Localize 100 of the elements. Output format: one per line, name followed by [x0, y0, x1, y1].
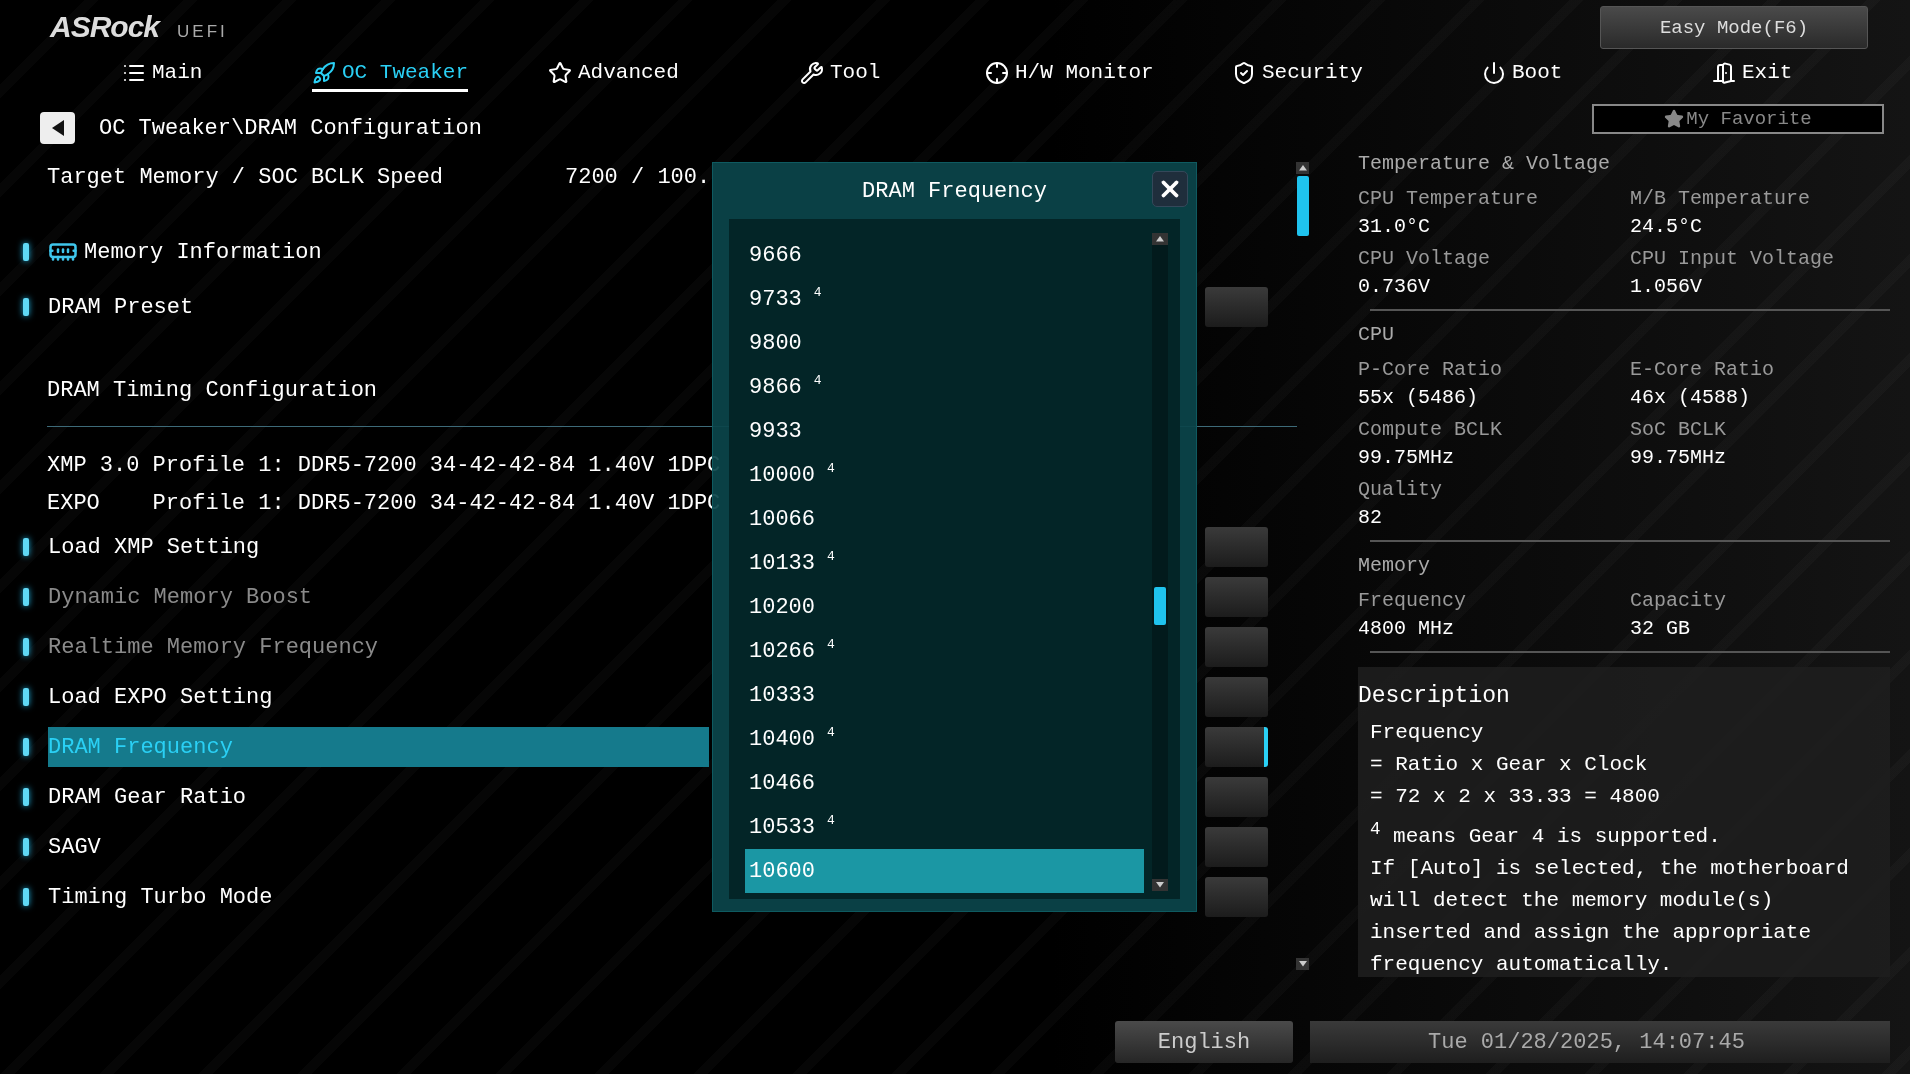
option-item[interactable]: 10000 4	[745, 453, 1144, 497]
option-value: 10066	[749, 506, 815, 532]
setting-item[interactable]: DRAM Preset	[48, 287, 709, 327]
option-item[interactable]: 9800	[745, 321, 1144, 365]
info-label: Capacity	[1630, 588, 1727, 614]
item-marker	[23, 638, 29, 656]
setting-item[interactable]: DRAM Gear Ratio	[48, 777, 709, 817]
option-item[interactable]: 10266 4	[745, 629, 1144, 673]
option-value: 10333	[749, 682, 815, 708]
option-item[interactable]: 10333	[745, 673, 1144, 717]
menu-tab[interactable]: Main	[122, 60, 203, 92]
item-marker	[23, 838, 29, 856]
description-line: Frequency	[1369, 720, 1485, 746]
description-title: Description	[1358, 682, 1511, 711]
arrow-up-icon	[1156, 236, 1164, 242]
menu-tab[interactable]: H/W Monitor	[985, 60, 1154, 92]
menu-tab[interactable]: Security	[1232, 60, 1363, 92]
option-item[interactable]: 10533 4	[745, 805, 1144, 849]
option-item[interactable]: 9933	[745, 409, 1144, 453]
gear-mark: 4	[827, 636, 835, 652]
setting-item[interactable]: Load XMP Setting	[48, 527, 709, 567]
rocket-icon	[312, 60, 336, 85]
back-button[interactable]	[40, 112, 75, 144]
easy-mode-button[interactable]: Easy Mode(F6)	[1600, 6, 1868, 49]
menu-tab[interactable]: Tool	[800, 60, 881, 92]
setting-item[interactable]: Timing Turbo Mode	[48, 877, 709, 917]
scroll-up-button[interactable]	[1296, 162, 1309, 174]
scrollbar-thumb[interactable]	[1296, 176, 1309, 236]
info-label: CPU Voltage	[1358, 246, 1492, 272]
dialog-title: DRAM Frequency	[862, 178, 1047, 204]
value-field[interactable]	[1205, 527, 1268, 567]
info-value: 4800 MHz	[1358, 616, 1455, 642]
setting-item[interactable]: Load EXPO Setting	[48, 677, 709, 717]
power-icon	[1482, 60, 1506, 85]
favorite-button[interactable]: My Favorite	[1592, 104, 1884, 134]
option-value: 10400	[749, 726, 815, 752]
value-field[interactable]	[1205, 627, 1268, 667]
shield-icon	[1232, 60, 1256, 85]
scroll-down-button[interactable]	[1152, 879, 1168, 891]
menu-tab[interactable]: Exit	[1712, 60, 1793, 92]
gear-mark: 4	[827, 812, 835, 828]
value-field[interactable]	[1205, 677, 1268, 717]
menu-tab[interactable]: OC Tweaker	[312, 60, 469, 92]
option-item[interactable]: 10066	[745, 497, 1144, 541]
info-value: 0.736V	[1358, 274, 1431, 300]
option-value: 9666	[749, 242, 802, 268]
arrow-down-icon	[1156, 882, 1164, 888]
value-field[interactable]	[1205, 777, 1268, 817]
option-item[interactable]: 9866 4	[745, 365, 1144, 409]
option-item[interactable]: 10466	[745, 761, 1144, 805]
value-field[interactable]	[1205, 727, 1268, 767]
language-button[interactable]: English	[1115, 1021, 1293, 1063]
value-field[interactable]	[1205, 287, 1268, 327]
option-value: 9866	[749, 374, 802, 400]
menu-tab[interactable]: Boot	[1482, 60, 1563, 92]
brand-logo: ASRock	[50, 10, 160, 44]
option-value: 9800	[749, 330, 802, 356]
value-field[interactable]	[1205, 827, 1268, 867]
info-value: 32 GB	[1630, 616, 1691, 642]
gear-mark: 4	[827, 460, 835, 476]
item-marker	[23, 688, 29, 706]
option-item[interactable]: 9733 4	[745, 277, 1144, 321]
option-item[interactable]: 10400 4	[745, 717, 1144, 761]
menu-tab[interactable]: Advanced	[548, 60, 679, 92]
option-value: 10133	[749, 550, 815, 576]
breadcrumb: OC Tweaker\DRAM Configuration	[99, 115, 482, 141]
info-value: 55x (5486)	[1358, 385, 1480, 411]
option-value: 9733	[749, 286, 802, 312]
info-value: 82	[1358, 505, 1383, 531]
scrollbar-thumb[interactable]	[1154, 587, 1166, 625]
section-title: Memory	[1358, 553, 1431, 579]
close-button[interactable]	[1152, 171, 1188, 207]
item-marker	[23, 888, 29, 906]
value-field[interactable]	[1205, 577, 1268, 617]
info-label: M/B Temperature	[1630, 186, 1812, 212]
info-value: 31.0°C	[1358, 214, 1431, 240]
value-field[interactable]	[1205, 877, 1268, 917]
date-time: Tue 01/28/2025, 14:07:45	[1310, 1021, 1890, 1063]
section-title: CPU	[1358, 322, 1395, 348]
option-item[interactable]: 10200	[745, 585, 1144, 629]
option-item[interactable]: 9666	[745, 233, 1144, 277]
item-marker	[23, 298, 29, 316]
description-line: = 72 x 2 x 33.33 = 4800	[1369, 784, 1661, 810]
info-label: P-Core Ratio	[1358, 357, 1504, 383]
option-value: 10000	[749, 462, 815, 488]
item-marker	[23, 738, 29, 756]
info-label: Quality	[1358, 477, 1443, 503]
info-label: E-Core Ratio	[1630, 357, 1776, 383]
scroll-down-button[interactable]	[1296, 958, 1309, 970]
profile-text: EXPO Profile 1: DDR5-7200 34-42-42-84 1.40V 1DPC	[47, 490, 721, 516]
option-item[interactable]: 10133 4	[745, 541, 1144, 585]
setting-item[interactable]: SAGV	[48, 827, 709, 867]
gear-mark: 4	[813, 284, 822, 300]
caret-left-icon	[51, 120, 64, 136]
submenu-item[interactable]: Memory Information	[48, 232, 322, 272]
option-value: 9933	[749, 418, 802, 444]
item-marker	[23, 243, 29, 261]
arrow-down-icon	[1298, 961, 1307, 967]
star-icon	[1664, 109, 1685, 129]
scroll-up-button[interactable]	[1152, 233, 1168, 245]
